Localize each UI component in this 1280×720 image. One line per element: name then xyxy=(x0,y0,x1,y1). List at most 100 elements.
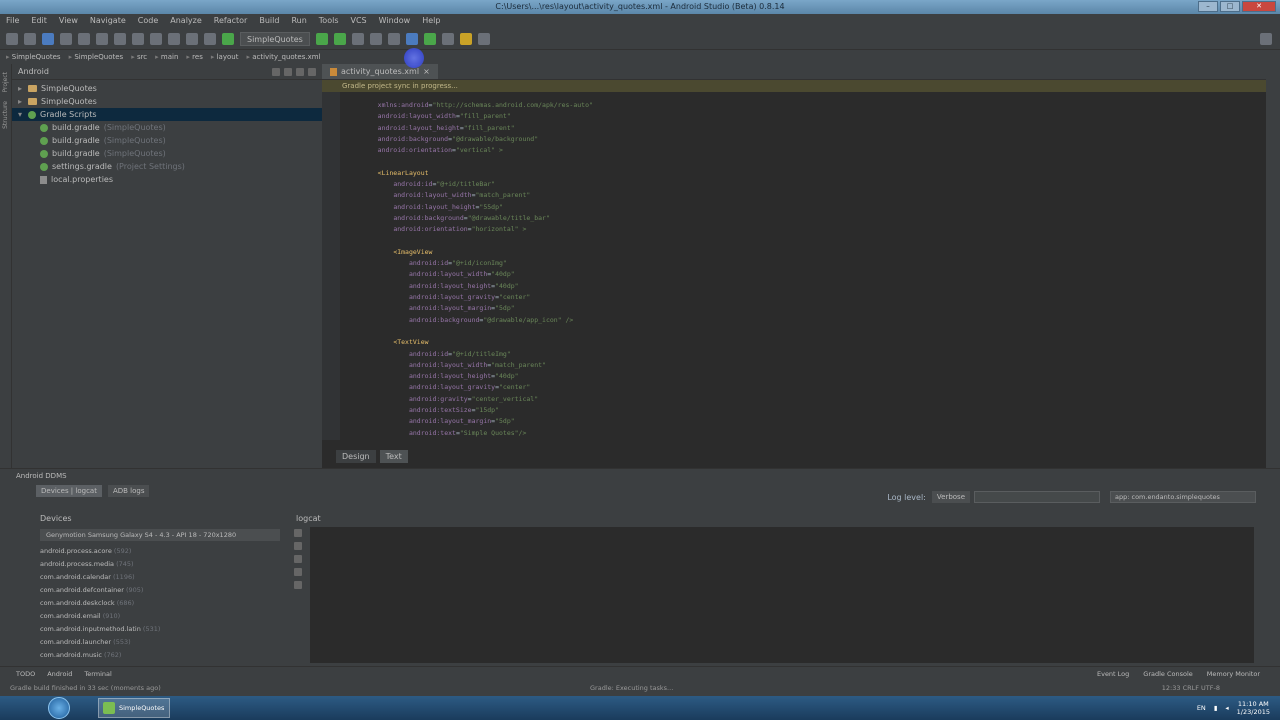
search-everywhere-icon[interactable] xyxy=(1260,32,1272,45)
memory-monitor-button[interactable]: Memory Monitor xyxy=(1207,670,1260,678)
scroll-to-end-icon[interactable] xyxy=(294,529,302,537)
network-icon[interactable]: ▮ xyxy=(1214,704,1218,712)
minimize-icon[interactable]: – xyxy=(1198,1,1218,12)
code-line[interactable] xyxy=(362,156,593,167)
breadcrumb-item[interactable]: res xyxy=(186,50,203,64)
tree-item[interactable]: ▸ SimpleQuotes xyxy=(12,82,322,95)
tree-item[interactable]: settings.gradle (Project Settings) xyxy=(12,160,322,173)
code-line[interactable]: android:layout_gravity="center" xyxy=(362,292,593,303)
code-line[interactable]: android:id="@+id/titleImg" xyxy=(362,349,593,360)
process-item[interactable]: com.android.inputmethod.latin (531) xyxy=(34,623,286,636)
tree-item[interactable]: local.properties xyxy=(12,173,322,186)
code-line[interactable]: android:id="@+id/titleBar" xyxy=(362,179,593,190)
menu-view[interactable]: View xyxy=(59,14,78,28)
menu-analyze[interactable]: Analyze xyxy=(170,14,202,28)
avd-manager-icon[interactable] xyxy=(405,32,418,45)
code-line[interactable]: android:background="@drawable/app_icon" … xyxy=(362,315,593,326)
expand-icon[interactable]: ▸ xyxy=(18,95,24,108)
code-line[interactable] xyxy=(362,236,593,247)
code-line[interactable]: android:background="@drawable/background… xyxy=(362,134,593,145)
attach-debugger-icon[interactable] xyxy=(351,32,364,45)
todo-tool-button[interactable]: TODO xyxy=(16,670,35,678)
cut-icon[interactable] xyxy=(96,32,108,45)
tab-text[interactable]: Text xyxy=(379,450,408,463)
process-item[interactable]: android.process.acore (592) xyxy=(34,545,286,558)
process-item[interactable]: com.android.deskclock (686) xyxy=(34,597,286,610)
menu-refactor[interactable]: Refactor xyxy=(214,14,248,28)
code-line[interactable]: android:text="Simple Quotes"/> xyxy=(362,428,593,439)
code-line[interactable]: android:layout_height="fill_parent" xyxy=(362,123,593,134)
tree-item[interactable]: ▸ SimpleQuotes xyxy=(12,95,322,108)
logcat-output[interactable] xyxy=(310,527,1254,663)
code-line[interactable]: android:background="@drawable/title_bar" xyxy=(362,213,593,224)
code-line[interactable]: android:layout_width="match_parent" xyxy=(362,360,593,371)
back-icon[interactable] xyxy=(186,32,198,45)
project-structure-icon[interactable] xyxy=(369,32,382,45)
code-line[interactable]: android:id="@+id/iconImg" xyxy=(362,258,593,269)
code-line[interactable]: android:layout_height="55dp" xyxy=(362,202,593,213)
close-tab-icon[interactable]: × xyxy=(423,64,430,80)
code-line[interactable]: android:layout_width="fill_parent" xyxy=(362,111,593,122)
breadcrumb-item[interactable]: layout xyxy=(211,50,239,64)
debug-icon[interactable] xyxy=(333,32,346,45)
code-line[interactable]: <ImageView xyxy=(362,247,593,258)
copy-icon[interactable] xyxy=(114,32,126,45)
code-line[interactable]: android:layout_height="40dp" xyxy=(362,371,593,382)
menu-file[interactable]: File xyxy=(6,14,19,28)
android-tool-button[interactable]: Android xyxy=(47,670,72,678)
menu-run[interactable]: Run xyxy=(291,14,306,28)
breadcrumb-item[interactable]: main xyxy=(155,50,179,64)
project-tool-button[interactable]: Project xyxy=(2,72,9,93)
expand-icon[interactable]: ▸ xyxy=(18,82,24,95)
terminate-icon[interactable] xyxy=(294,581,302,589)
tree-item[interactable]: build.gradle (SimpleQuotes) xyxy=(12,121,322,134)
terminal-tool-button[interactable]: Terminal xyxy=(84,670,111,678)
settings-icon[interactable] xyxy=(296,67,304,76)
project-view-select[interactable]: Android xyxy=(18,67,49,76)
code-line[interactable]: android:layout_height="40dp" xyxy=(362,281,593,292)
process-item[interactable]: android.process.media (745) xyxy=(34,558,286,571)
menu-navigate[interactable]: Navigate xyxy=(90,14,126,28)
code-line[interactable]: android:layout_margin="5dp" xyxy=(362,416,593,427)
restart-icon[interactable] xyxy=(294,568,302,576)
process-item[interactable]: com.android.launcher (553) xyxy=(34,636,286,649)
sdk-manager-icon[interactable] xyxy=(387,32,400,45)
scroll-from-source-icon[interactable] xyxy=(272,67,280,76)
code-line[interactable]: android:orientation="vertical" > xyxy=(362,145,593,156)
menu-edit[interactable]: Edit xyxy=(31,14,47,28)
background-task-status[interactable]: Gradle: Executing tasks... xyxy=(590,681,673,695)
menu-vcs[interactable]: VCS xyxy=(351,14,367,28)
paste-icon[interactable] xyxy=(132,32,144,45)
code-line[interactable]: android:orientation="horizontal" > xyxy=(362,224,593,235)
find-icon[interactable] xyxy=(150,32,162,45)
breadcrumb-item[interactable]: src xyxy=(131,50,147,64)
log-level-select[interactable]: Verbose xyxy=(931,491,970,503)
start-button[interactable] xyxy=(48,697,70,719)
process-item[interactable]: com.android.defcontainer (905) xyxy=(34,584,286,597)
taskbar-app-android-studio[interactable]: SimpleQuotes xyxy=(98,698,170,718)
process-item[interactable]: com.android.music (762) xyxy=(34,649,286,662)
structure-tool-button[interactable]: Structure xyxy=(2,101,9,129)
open-icon[interactable] xyxy=(6,32,18,45)
menu-code[interactable]: Code xyxy=(138,14,158,28)
code-line[interactable] xyxy=(362,326,593,337)
tab-adb-logs[interactable]: ADB logs xyxy=(107,485,150,497)
language-indicator[interactable]: EN xyxy=(1197,704,1206,712)
tab-devices-logcat[interactable]: Devices | logcat xyxy=(36,485,102,497)
menu-help[interactable]: Help xyxy=(422,14,440,28)
redo-icon[interactable] xyxy=(78,32,90,45)
code-line[interactable]: android:gravity="center_vertical" xyxy=(362,394,593,405)
menu-tools[interactable]: Tools xyxy=(319,14,339,28)
breadcrumb-item[interactable]: SimpleQuotes xyxy=(6,50,61,64)
event-log-button[interactable]: Event Log xyxy=(1097,670,1129,678)
editor-tab-activity-quotes[interactable]: activity_quotes.xml × xyxy=(322,64,438,79)
maximize-icon[interactable]: □ xyxy=(1220,1,1240,12)
process-item[interactable]: com.android.email (910) xyxy=(34,610,286,623)
gradle-console-button[interactable]: Gradle Console xyxy=(1143,670,1193,678)
code-line[interactable]: <LinearLayout xyxy=(362,168,593,179)
code-line[interactable]: xmlns:android="http://schemas.android.co… xyxy=(362,100,593,111)
clock[interactable]: 11:10 AM 1/23/2015 xyxy=(1237,700,1270,716)
code-line[interactable]: android:layout_gravity="center" xyxy=(362,382,593,393)
sync-icon[interactable] xyxy=(42,32,54,45)
breadcrumb-item[interactable]: SimpleQuotes xyxy=(69,50,123,64)
